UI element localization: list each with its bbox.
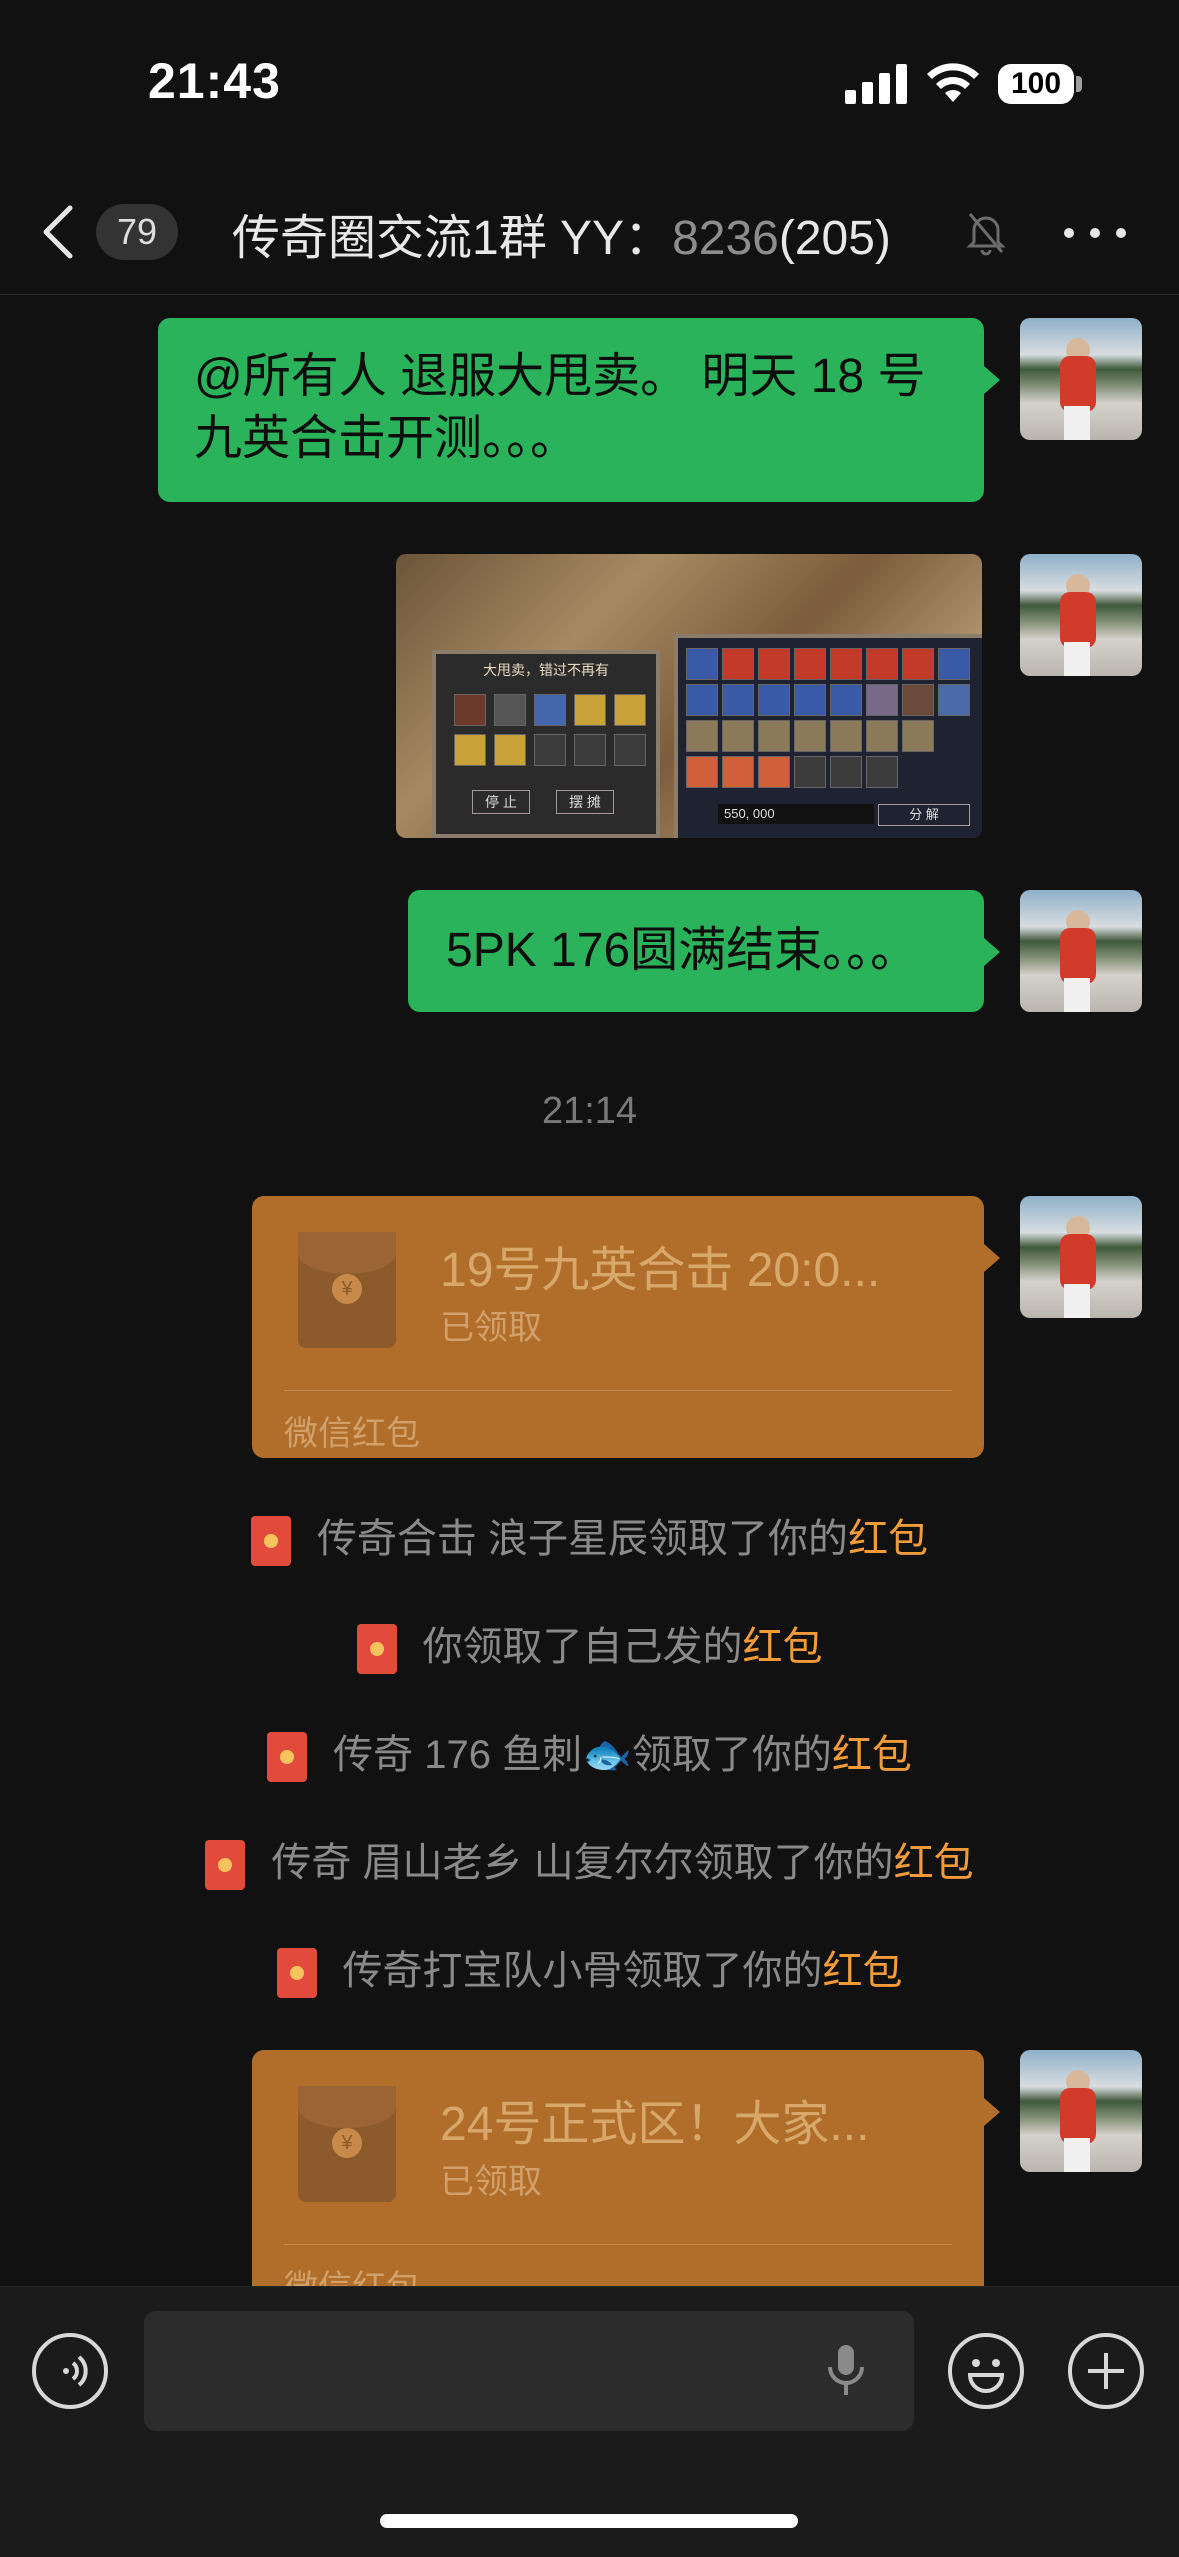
cellular-signal-icon <box>845 64 907 104</box>
red-packet-status: 已领取 <box>440 2163 542 2201</box>
red-packet-icon <box>250 1516 291 1567</box>
system-notice: 传奇打宝队小骨领取了你的红包 <box>0 1938 1179 1999</box>
member-count: (205) <box>778 212 891 265</box>
chat-title-id: 8236 <box>672 212 779 265</box>
more-options-button[interactable] <box>1060 210 1130 254</box>
mute-bell-icon <box>966 213 1006 256</box>
red-envelope-icon: ¥ <box>298 2086 396 2202</box>
red-packet-link[interactable]: 红包 <box>823 1949 903 1993</box>
time-separator: 21:14 <box>541 1090 638 1132</box>
red-envelope-icon: ¥ <box>298 1232 396 1348</box>
chat-title[interactable]: 传奇圈交流1群 YY：8236(205) <box>232 198 891 268</box>
stop-button: 停 止 <box>472 790 530 814</box>
status-time: 21:43 <box>148 53 281 109</box>
red-packet-link[interactable]: 红包 <box>832 1733 912 1777</box>
inventory-panel: 550, 000 分 解 <box>674 634 982 838</box>
battery-indicator: 100 <box>998 64 1074 104</box>
stall-panel: 大甩卖，错过不再有 停 止 摆 摊 <box>432 650 660 838</box>
message-input[interactable] <box>144 2311 914 2431</box>
emoji-button[interactable] <box>948 2333 1024 2409</box>
status-bar: 21:43 100 <box>0 0 1179 170</box>
red-packet-title: 19号九英合击 20:0... <box>440 1244 881 1297</box>
battery-tip <box>1076 76 1082 92</box>
red-packet-icon <box>356 1624 397 1675</box>
smiley-icon <box>967 2359 1005 2393</box>
system-notice: 传奇合击 浪子星辰领取了你的红包 <box>0 1506 1179 1567</box>
red-packet-link[interactable]: 红包 <box>743 1625 823 1669</box>
system-notice: 传奇 176 鱼刺🐟领取了你的红包 <box>0 1722 1179 1783</box>
notice-text: 传奇 眉山老乡 山复尔尔领取了你的 <box>271 1841 894 1885</box>
home-indicator[interactable] <box>380 2514 798 2528</box>
notice-text: 传奇打宝队小骨领取了你的 <box>342 1949 823 1993</box>
voice-input-button[interactable] <box>32 2333 108 2409</box>
avatar[interactable] <box>1020 2050 1142 2172</box>
gold-amount: 550, 000 <box>718 804 874 824</box>
red-packet-message[interactable]: ¥ 24号正式区！大家... 已领取 微信红包 <box>252 2050 1000 2312</box>
red-packet-icon <box>267 1732 308 1783</box>
notice-text: 你领取了自己发的 <box>422 1625 743 1669</box>
notice-text: 传奇合击 浪子星辰领取了你的 <box>316 1517 849 1561</box>
red-packet-status: 已领取 <box>440 1309 542 1347</box>
notice-text: 传奇 176 鱼刺🐟领取了你的 <box>333 1733 832 1777</box>
divider <box>284 1390 952 1391</box>
more-functions-button[interactable] <box>1068 2333 1144 2409</box>
red-packet-title: 24号正式区！大家... <box>440 2098 870 2151</box>
system-notice: 传奇 眉山老乡 山复尔尔领取了你的红包 <box>0 1830 1179 1891</box>
voice-wave-icon <box>63 2355 88 2387</box>
chat-nav-bar: 79 传奇圈交流1群 YY：8236(205) <box>0 170 1179 295</box>
back-button[interactable]: 79 <box>40 194 190 270</box>
red-packet-icon <box>276 1948 317 1999</box>
message-bubble[interactable]: @所有人 退服大甩卖。 明天 18 号九英合击开测。。。 <box>158 318 1000 502</box>
red-packet-link[interactable]: 红包 <box>894 1841 974 1885</box>
game-screenshot-image[interactable]: 大甩卖，错过不再有 停 止 摆 摊 550, 000 分 解 <box>396 554 982 838</box>
red-packet-label: 微信红包 <box>284 1415 420 1453</box>
avatar[interactable] <box>1020 1196 1142 1318</box>
message-bubble[interactable]: 5PK 176圆满结束。。。 <box>408 890 1000 1012</box>
divider <box>284 2244 952 2245</box>
plus-icon <box>1088 2353 1124 2389</box>
red-packet-message[interactable]: ¥ 19号九英合击 20:0... 已领取 微信红包 <box>252 1196 1000 1458</box>
red-packet-link[interactable]: 红包 <box>848 1517 928 1561</box>
avatar[interactable] <box>1020 318 1142 440</box>
split-button: 分 解 <box>878 804 970 826</box>
chat-title-text: 传奇圈交流1群 YY： <box>232 212 673 265</box>
red-packet-icon <box>205 1840 246 1891</box>
stall-panel-title: 大甩卖，错过不再有 <box>483 662 609 678</box>
avatar[interactable] <box>1020 890 1142 1012</box>
stall-button: 摆 摊 <box>556 790 614 814</box>
wifi-icon <box>927 63 979 102</box>
unread-count-badge: 79 <box>96 204 178 260</box>
system-notice: 你领取了自己发的红包 <box>0 1614 1179 1675</box>
chevron-left-icon <box>43 205 73 259</box>
avatar[interactable] <box>1020 554 1142 676</box>
microphone-icon[interactable] <box>826 2341 866 2401</box>
